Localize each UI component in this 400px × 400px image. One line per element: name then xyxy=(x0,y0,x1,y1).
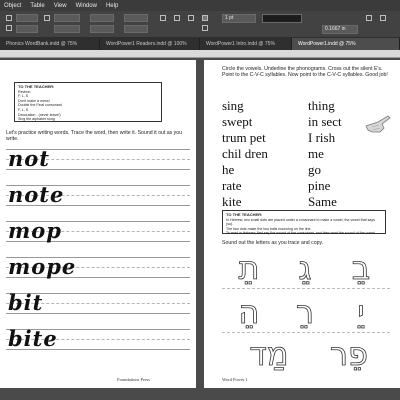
left-page: TO THE TEACHER: Review: F, L, S Don't ma… xyxy=(0,60,196,388)
rotate-field[interactable] xyxy=(124,14,148,22)
word-item: kite xyxy=(222,194,242,209)
reference-point-icon[interactable] xyxy=(6,25,12,31)
word-item: sing xyxy=(222,98,244,113)
reference-point-icon[interactable] xyxy=(6,15,12,21)
align-icon[interactable] xyxy=(366,15,372,21)
word-item: thing xyxy=(308,98,335,113)
x-field[interactable] xyxy=(16,14,38,22)
stroke-weight-field[interactable]: 1 pt xyxy=(222,14,256,23)
document-tab-bar: Phonics WordBank.indd @ 75% WordPower1 R… xyxy=(0,38,400,50)
handwriting-row: bite xyxy=(6,326,190,353)
cursive-word: bit xyxy=(8,290,44,315)
hebrew-letter: בֵ xyxy=(351,249,371,287)
flip-icon[interactable] xyxy=(174,15,180,21)
menu-bar: Object Table View Window Help xyxy=(0,0,400,11)
word-item: rate xyxy=(222,178,242,193)
menu-view[interactable]: View xyxy=(54,3,67,9)
menu-window[interactable]: Window xyxy=(76,3,97,9)
hebrew-word: פֵר xyxy=(329,335,369,373)
handwriting-row: mop xyxy=(6,218,190,245)
word-item: swept xyxy=(222,114,253,129)
horizontal-ruler[interactable] xyxy=(0,50,400,58)
scale-x-field[interactable] xyxy=(90,14,114,22)
teacher-note-line: To read in Hebrew, first say the sound o… xyxy=(226,231,376,236)
width-field[interactable] xyxy=(54,14,80,22)
hebrew-letter: רֵ xyxy=(295,293,315,331)
teacher-note-line: Sing the alphabet song xyxy=(18,117,55,122)
handwriting-row: bit xyxy=(6,290,190,317)
word-item: he xyxy=(222,162,235,177)
stroke-type-select[interactable] xyxy=(262,14,302,23)
y-field[interactable] xyxy=(16,25,38,33)
word-item: me xyxy=(308,146,324,161)
cursive-word: note xyxy=(8,182,65,207)
hebrew-letter: גֵ xyxy=(298,249,312,287)
word-item: chil dren xyxy=(222,146,268,161)
word-item: pine xyxy=(308,178,331,193)
scale-y-field[interactable] xyxy=(90,25,114,33)
word-item: trum pet xyxy=(222,130,266,145)
menu-object[interactable]: Object xyxy=(4,3,21,9)
hebrew-letter: הֵ xyxy=(238,293,260,331)
teacher-note-box: TO THE TEACHER: In Hebrew, two small dot… xyxy=(222,210,386,236)
word-item: go xyxy=(308,162,321,177)
pointing-hand-icon xyxy=(365,115,391,133)
constrain-icon[interactable] xyxy=(44,15,50,21)
cursive-word: not xyxy=(8,146,50,171)
trace-line xyxy=(222,288,390,289)
height-field[interactable] xyxy=(54,25,80,33)
word-item: I rish xyxy=(308,130,336,145)
right-page: Circle the vowels. Underline the phonogr… xyxy=(204,60,400,388)
stroke-swatch-icon[interactable] xyxy=(202,25,208,31)
tab-wordpower1-intro[interactable]: WordPower1 Intro.indd @ 75% xyxy=(200,38,292,50)
teacher-note-box: TO THE TEACHER: Review: F, L, S Don't ma… xyxy=(14,82,162,122)
hebrew-word: מַד xyxy=(249,335,289,373)
cursive-word: mope xyxy=(8,254,77,279)
fill-swatch-icon[interactable] xyxy=(202,15,208,21)
flip-icon[interactable] xyxy=(160,15,166,21)
trace-line xyxy=(222,332,390,333)
menu-table[interactable]: Table xyxy=(30,3,44,9)
word-item: Same xyxy=(308,194,337,209)
tab-wordpower1-readers[interactable]: WordPower1 Readers.indd @ 100% xyxy=(100,38,200,50)
cursive-word: mop xyxy=(8,218,62,243)
page-footer: Foundations Press xyxy=(117,377,150,382)
tab-wordpower1[interactable]: WordPower1.indd @ 75% xyxy=(292,38,400,50)
word-item: in sect xyxy=(308,114,342,129)
cursive-word: bite xyxy=(8,326,58,351)
measurement-field[interactable]: 0.1667 in xyxy=(322,25,358,34)
control-panel: 1 pt 0.1667 in xyxy=(0,11,400,38)
word-instructions: Circle the vowels. Underline the phonogr… xyxy=(222,66,388,79)
hebrew-letter: יֵ xyxy=(357,293,365,331)
tab-phonics-wordbank[interactable]: Phonics WordBank.indd @ 75% xyxy=(0,38,100,50)
select-container-icon[interactable] xyxy=(188,15,194,21)
shear-field[interactable] xyxy=(124,25,148,33)
fx-icon[interactable] xyxy=(380,15,386,21)
hebrew-letter: תֵ xyxy=(238,249,260,287)
menu-help[interactable]: Help xyxy=(106,3,118,9)
writing-instructions: Let's practice writing words. Trace the … xyxy=(6,130,183,143)
handwriting-row: note xyxy=(6,182,190,209)
handwriting-row: not xyxy=(6,146,190,173)
teacher-note-line: In Hebrew, two small dots are placed und… xyxy=(226,217,376,227)
page-footer: Word Power 1 xyxy=(222,377,248,382)
handwriting-row: mope xyxy=(6,254,190,281)
hebrew-instructions: Sound out the letters as you trace and c… xyxy=(222,240,324,246)
